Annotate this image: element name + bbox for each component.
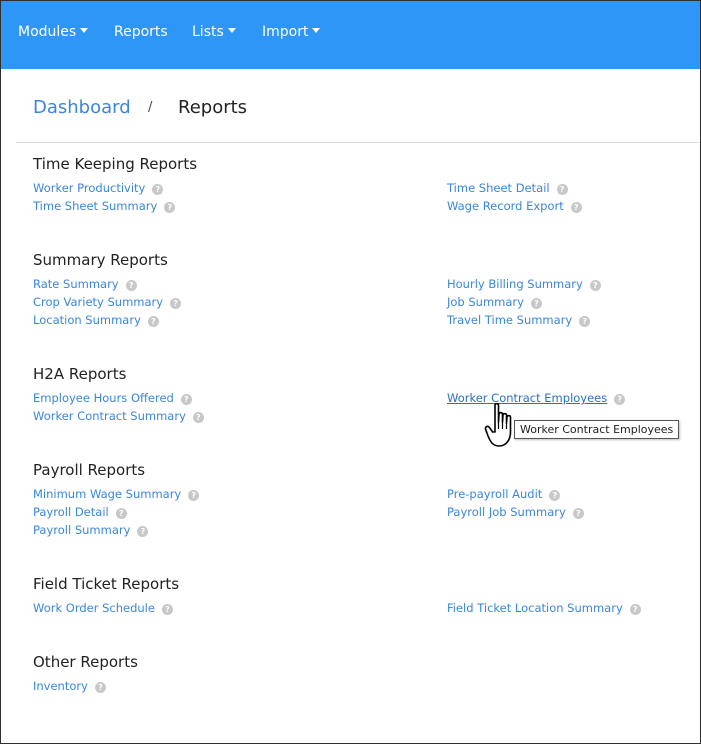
report-link-label: Payroll Summary — [33, 523, 131, 537]
section-title-payroll: Payroll Reports — [33, 461, 146, 479]
question-circle-icon[interactable]: ? — [629, 604, 641, 615]
report-link-label: Worker Productivity — [33, 181, 146, 195]
report-link-work-order-schedule[interactable]: Work Order Schedule? — [33, 601, 173, 615]
report-link-label: Minimum Wage Summary — [33, 487, 182, 501]
breadcrumb-separator: / — [148, 100, 153, 115]
report-link-label: Wage Record Export — [447, 199, 564, 213]
report-link-label: Travel Time Summary — [447, 313, 573, 327]
report-link-label: Job Summary — [447, 295, 524, 309]
question-circle-icon[interactable]: ? — [570, 202, 582, 213]
report-link-time-sheet-summary[interactable]: Time Sheet Summary? — [33, 199, 176, 213]
question-circle-icon[interactable]: ? — [164, 202, 176, 213]
report-link-minimum-wage-summary[interactable]: Minimum Wage Summary? — [33, 487, 200, 501]
report-link-location-summary[interactable]: Location Summary? — [33, 313, 159, 327]
question-circle-icon[interactable]: ? — [530, 298, 542, 309]
section-title-summary: Summary Reports — [33, 251, 168, 269]
report-link-payroll-detail[interactable]: Payroll Detail? — [33, 505, 127, 519]
report-link-field-ticket-location-summary[interactable]: Field Ticket Location Summary? — [447, 601, 641, 615]
report-link-label: Pre-payroll Audit — [447, 487, 543, 501]
report-link-label: Payroll Detail — [33, 505, 109, 519]
report-link-job-summary[interactable]: Job Summary? — [447, 295, 542, 309]
nav-lists-label: Lists — [192, 24, 224, 40]
report-link-label: Rate Summary — [33, 277, 119, 291]
report-link-label: Location Summary — [33, 313, 141, 327]
section-title-time-keeping: Time Keeping Reports — [33, 155, 198, 173]
report-link-label: Work Order Schedule — [33, 601, 155, 615]
section-title-other: Other Reports — [33, 653, 138, 671]
nav-modules-dropdown[interactable]: Modules — [18, 24, 89, 40]
report-link-rate-summary[interactable]: Rate Summary? — [33, 277, 137, 291]
report-link-travel-time-summary[interactable]: Travel Time Summary? — [447, 313, 591, 327]
nav-modules-label: Modules — [18, 24, 77, 40]
report-link-time-sheet-detail[interactable]: Time Sheet Detail? — [447, 181, 568, 195]
report-link-hourly-billing-summary[interactable]: Hourly Billing Summary? — [447, 277, 601, 291]
question-circle-icon[interactable]: ? — [180, 394, 192, 405]
report-link-inventory[interactable]: Inventory? — [33, 679, 106, 693]
report-link-worker-productivity[interactable]: Worker Productivity? — [33, 181, 164, 195]
report-link-label: Time Sheet Summary — [33, 199, 158, 213]
report-link-label: Employee Hours Offered — [33, 391, 174, 405]
breadcrumb-dashboard-link[interactable]: Dashboard — [33, 97, 131, 118]
top-navbar: Modules Reports Lists Import — [0, 0, 701, 69]
header-divider — [16, 142, 701, 143]
report-link-worker-contract-summary[interactable]: Worker Contract Summary? — [33, 409, 204, 423]
caret-down-icon — [227, 28, 236, 33]
question-circle-icon[interactable]: ? — [556, 184, 568, 195]
section-title-field-ticket: Field Ticket Reports — [33, 575, 180, 593]
section-title-h2a: H2A Reports — [33, 365, 127, 383]
question-circle-icon[interactable]: ? — [188, 490, 200, 501]
question-circle-icon[interactable]: ? — [614, 394, 626, 405]
report-link-label: Crop Variety Summary — [33, 295, 164, 309]
report-link-pre-payroll-audit[interactable]: Pre-payroll Audit? — [447, 487, 561, 501]
question-circle-icon[interactable]: ? — [115, 508, 127, 519]
question-circle-icon[interactable]: ? — [170, 298, 182, 309]
question-circle-icon[interactable]: ? — [192, 412, 204, 423]
question-circle-icon[interactable]: ? — [137, 526, 149, 537]
report-link-label: Worker Contract Employees — [447, 391, 608, 405]
report-link-label: Hourly Billing Summary — [447, 277, 583, 291]
breadcrumb-current-page: Reports — [178, 97, 248, 118]
link-tooltip: Worker Contract Employees — [514, 420, 680, 439]
report-link-label: Field Ticket Location Summary — [447, 601, 623, 615]
report-link-employee-hours-offered[interactable]: Employee Hours Offered? — [33, 391, 192, 405]
hand-pointer-icon — [484, 402, 512, 447]
question-circle-icon[interactable]: ? — [572, 508, 584, 519]
report-link-crop-variety-summary[interactable]: Crop Variety Summary? — [33, 295, 182, 309]
report-link-label: Time Sheet Detail — [447, 181, 550, 195]
report-link-wage-record-export[interactable]: Wage Record Export? — [447, 199, 582, 213]
nav-reports-link[interactable]: Reports — [114, 24, 168, 40]
nav-import-label: Import — [262, 24, 309, 40]
question-circle-icon[interactable]: ? — [94, 682, 106, 693]
report-link-payroll-summary[interactable]: Payroll Summary? — [33, 523, 149, 537]
report-link-label: Worker Contract Summary — [33, 409, 186, 423]
report-link-label: Payroll Job Summary — [447, 505, 566, 519]
nav-lists-dropdown[interactable]: Lists — [192, 24, 236, 40]
question-circle-icon[interactable]: ? — [125, 280, 137, 291]
report-link-payroll-job-summary[interactable]: Payroll Job Summary? — [447, 505, 584, 519]
question-circle-icon[interactable]: ? — [579, 316, 591, 327]
caret-down-icon — [80, 28, 89, 33]
question-circle-icon[interactable]: ? — [161, 604, 173, 615]
question-circle-icon[interactable]: ? — [549, 490, 561, 501]
question-circle-icon[interactable]: ? — [589, 280, 601, 291]
question-circle-icon[interactable]: ? — [152, 184, 164, 195]
nav-reports-label: Reports — [114, 24, 168, 40]
report-link-worker-contract-employees[interactable]: Worker Contract Employees? — [447, 391, 626, 405]
caret-down-icon — [312, 28, 321, 33]
report-link-label: Inventory — [33, 679, 88, 693]
question-circle-icon[interactable]: ? — [147, 316, 159, 327]
nav-import-dropdown[interactable]: Import — [262, 24, 321, 40]
